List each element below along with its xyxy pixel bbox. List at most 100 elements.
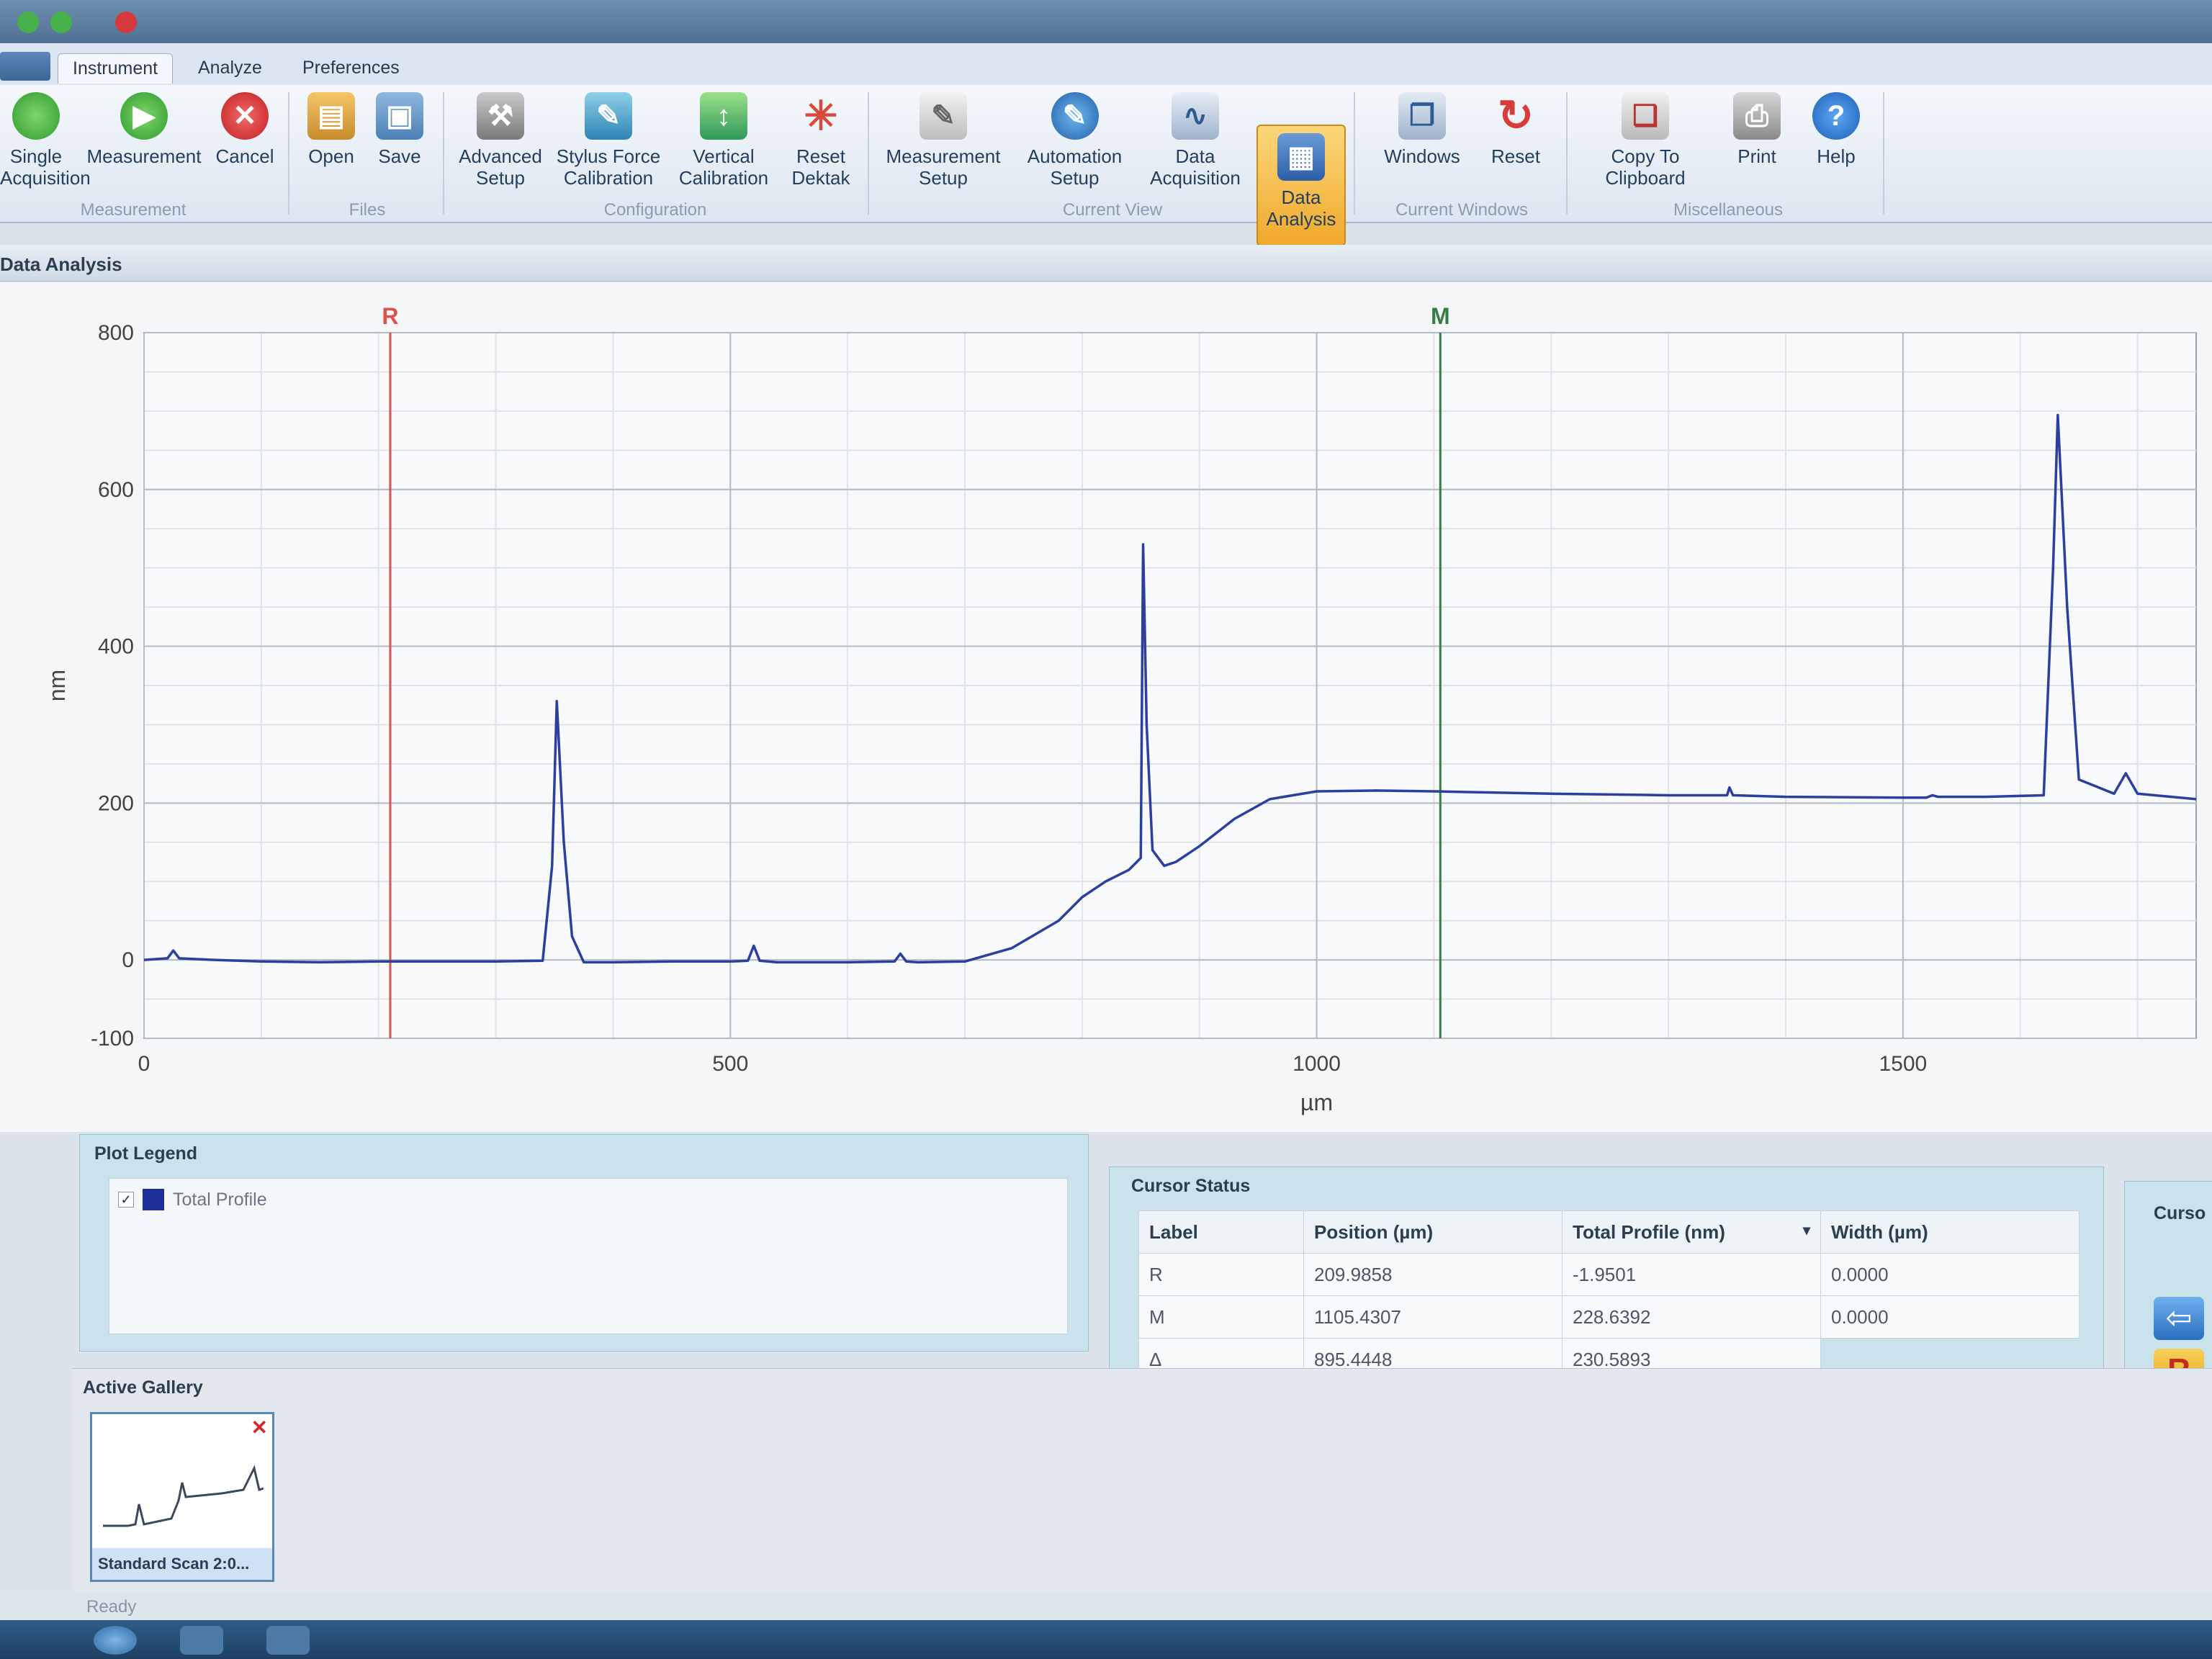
reset-dektak-button[interactable]: ✳ Reset Dektak bbox=[781, 92, 860, 189]
measurement-setup-button[interactable]: ✎ Measurement Setup bbox=[878, 92, 1008, 189]
column-header-width: Width (µm) bbox=[1820, 1210, 2080, 1254]
data-acquisition-button[interactable]: ∿ Data Acquisition bbox=[1141, 92, 1249, 189]
cell-position: 209.9858 bbox=[1303, 1253, 1563, 1296]
measurement-button[interactable]: ▶ Measurement bbox=[86, 92, 202, 167]
single-acquisition-button[interactable]: Single Acquisition bbox=[0, 92, 91, 189]
print-button[interactable]: ⎙ Print bbox=[1721, 92, 1793, 167]
cell-position: 1105.4307 bbox=[1303, 1295, 1563, 1339]
panel-title: Data Analysis bbox=[0, 253, 122, 275]
open-button[interactable]: ▤ Open bbox=[299, 92, 364, 167]
taskbar-app-icon[interactable] bbox=[180, 1626, 223, 1655]
gallery-item-label: Standard Scan 2:0... bbox=[92, 1548, 272, 1580]
cancel-icon: ✕ bbox=[221, 92, 269, 140]
reset-button[interactable]: ↻ Reset bbox=[1476, 91, 1555, 168]
save-button[interactable]: ▣ Save bbox=[367, 92, 432, 167]
column-header-label: Label bbox=[1138, 1210, 1304, 1254]
column-header-total-profile[interactable]: Total Profile (nm) ▾ bbox=[1562, 1210, 1821, 1254]
group-separator bbox=[1354, 92, 1355, 215]
gallery-thumbnail[interactable]: ✕ Standard Scan 2:0... bbox=[90, 1412, 274, 1582]
quick-access-stop-icon[interactable] bbox=[115, 12, 137, 33]
start-button-icon[interactable] bbox=[94, 1626, 137, 1655]
group-separator bbox=[868, 92, 869, 215]
y-tick-label: 800 bbox=[98, 321, 134, 345]
group-label-miscellaneous: Miscellaneous bbox=[1673, 200, 1784, 220]
cell-total-profile: 228.6392 bbox=[1562, 1295, 1821, 1339]
printer-icon: ⎙ bbox=[1733, 92, 1781, 140]
cursor-status-title: Cursor Status bbox=[1131, 1176, 1251, 1196]
close-icon[interactable]: ✕ bbox=[251, 1416, 268, 1439]
y-axis-label: nm bbox=[44, 670, 70, 701]
cancel-button[interactable]: ✕ Cancel bbox=[209, 92, 281, 167]
dropdown-arrow-icon[interactable]: ▾ bbox=[1803, 1221, 1810, 1239]
open-folder-icon: ▤ bbox=[307, 92, 355, 140]
data-analysis-panel-header: Data Analysis bbox=[0, 245, 2212, 282]
plot-area: 0 500 1000 1500 -100 0 200 400 600 800 µm nm R M bbox=[0, 282, 2212, 1132]
active-gallery-title: Active Gallery bbox=[83, 1377, 203, 1398]
cursor-status-table: Label Position (µm) Total Profile (nm) ▾… bbox=[1138, 1210, 2080, 1381]
x-tick-label: 1000 bbox=[1292, 1052, 1341, 1076]
status-bar: Ready bbox=[0, 1591, 2212, 1620]
cell-label: M bbox=[1138, 1295, 1304, 1339]
tab-preferences[interactable]: Preferences bbox=[288, 53, 414, 83]
table-row[interactable]: M 1105.4307 228.6392 0.0000 bbox=[1138, 1295, 2080, 1339]
taskbar-app-icon[interactable] bbox=[266, 1626, 310, 1655]
group-label-configuration: Configuration bbox=[603, 200, 707, 220]
button-label: Save bbox=[378, 145, 421, 167]
cell-total-profile: -1.9501 bbox=[1562, 1253, 1821, 1296]
profile-chart[interactable]: 0 500 1000 1500-1000200400600800µmnmR M bbox=[0, 282, 2212, 1132]
table-header-row: Label Position (µm) Total Profile (nm) ▾… bbox=[1138, 1210, 2080, 1254]
button-label: Measurement bbox=[86, 145, 202, 167]
vertical-arrow-icon: ↕ bbox=[700, 92, 747, 140]
column-header-position: Position (µm) bbox=[1303, 1210, 1563, 1254]
windows-button[interactable]: ❐ Windows bbox=[1368, 92, 1476, 167]
button-label: Data Acquisition bbox=[1150, 145, 1241, 189]
legend-checkbox[interactable]: ✓ bbox=[118, 1192, 134, 1208]
stylus-force-calibration-button[interactable]: ✎ Stylus Force Calibration bbox=[554, 92, 662, 189]
status-text: Ready bbox=[86, 1597, 137, 1617]
back-arrow-icon[interactable]: ⇦ bbox=[2154, 1297, 2204, 1340]
button-label: Advanced Setup bbox=[459, 145, 542, 189]
legend-item-total-profile[interactable]: ✓ Total Profile bbox=[118, 1189, 267, 1210]
play-icon: ▶ bbox=[120, 92, 168, 140]
green-circle-icon bbox=[12, 92, 60, 140]
cell-width: 0.0000 bbox=[1820, 1253, 2080, 1296]
advanced-setup-button[interactable]: ⚒ Advanced Setup bbox=[454, 92, 547, 189]
active-gallery-panel: Active Gallery ✕ Standard Scan 2:0... bbox=[72, 1368, 2212, 1592]
copy-to-clipboard-button[interactable]: ❏ Copy To Clipboard bbox=[1577, 92, 1714, 189]
table-row[interactable]: R 209.9858 -1.9501 0.0000 bbox=[1138, 1253, 2080, 1296]
y-tick-label: -100 bbox=[91, 1027, 134, 1051]
application-menu-button[interactable] bbox=[0, 52, 50, 81]
x-tick-label: 500 bbox=[712, 1052, 748, 1076]
cell-label: R bbox=[1138, 1253, 1304, 1296]
cell-width: 0.0000 bbox=[1820, 1295, 2080, 1339]
title-bar bbox=[0, 0, 2212, 43]
quick-access-icon[interactable] bbox=[17, 12, 39, 33]
y-tick-label: 0 bbox=[122, 948, 134, 972]
button-label: Automation Setup bbox=[1027, 145, 1123, 189]
plot-legend-panel: Plot Legend ✓ Total Profile bbox=[79, 1134, 1089, 1352]
y-tick-label: 600 bbox=[98, 478, 134, 502]
button-label: Cancel bbox=[215, 145, 274, 167]
plot-legend-title: Plot Legend bbox=[94, 1143, 198, 1164]
legend-list: ✓ Total Profile bbox=[109, 1178, 1068, 1334]
help-button[interactable]: ? Help bbox=[1800, 92, 1872, 167]
button-label: Windows bbox=[1384, 145, 1460, 167]
cursor-side-title: Curso bbox=[2154, 1203, 2206, 1223]
group-label-current-view: Current View bbox=[1062, 200, 1163, 220]
x-tick-label: 1500 bbox=[1879, 1052, 1927, 1076]
button-label: Reset bbox=[1491, 145, 1540, 167]
cursor-label-m: M bbox=[1431, 303, 1450, 329]
group-separator bbox=[443, 92, 444, 215]
chart-window-icon: ▦ bbox=[1277, 133, 1325, 181]
tab-instrument[interactable]: Instrument bbox=[58, 53, 174, 84]
quick-access-run-icon[interactable] bbox=[50, 12, 72, 33]
reset-arrow-icon: ↻ bbox=[1497, 91, 1534, 140]
vertical-calibration-button[interactable]: ↕ Vertical Calibration bbox=[673, 92, 774, 189]
button-label: Help bbox=[1817, 145, 1856, 167]
automation-setup-button[interactable]: ✎ Automation Setup bbox=[1015, 92, 1134, 189]
data-analysis-button[interactable]: ▦ Data Analysis bbox=[1256, 125, 1346, 246]
tab-analyze[interactable]: Analyze bbox=[184, 53, 276, 83]
legend-label: Total Profile bbox=[173, 1189, 267, 1210]
y-tick-label: 200 bbox=[98, 791, 134, 815]
button-label: Vertical Calibration bbox=[678, 145, 769, 189]
